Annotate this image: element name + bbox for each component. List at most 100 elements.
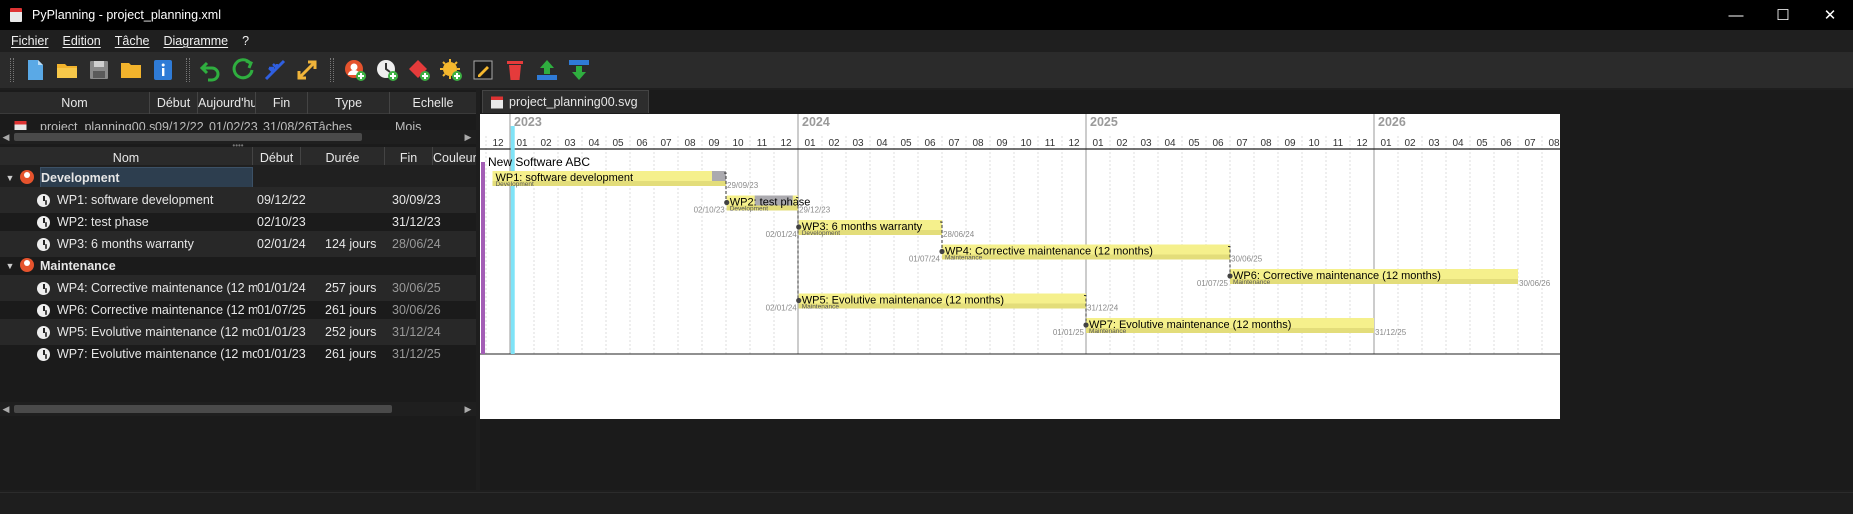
- delete-button[interactable]: [502, 57, 528, 83]
- column-header-end[interactable]: Fin: [256, 91, 308, 114]
- month-tick-label: 02: [1116, 138, 1128, 149]
- folder-button[interactable]: [118, 57, 144, 83]
- column-header-name[interactable]: Nom: [0, 91, 150, 114]
- scroll-left-arrow[interactable]: ◀: [0, 130, 12, 144]
- month-tick-label: 09: [708, 138, 720, 149]
- close-button[interactable]: ✕: [1807, 0, 1853, 30]
- tab-label: project_planning00.svg: [509, 95, 638, 109]
- add-task-button[interactable]: [374, 57, 400, 83]
- month-tick-label: 06: [636, 138, 648, 149]
- edit-button[interactable]: [470, 57, 496, 83]
- month-tick-label: 11: [757, 138, 768, 149]
- expand-icon: [297, 60, 317, 80]
- task-end: 31/12/23: [392, 215, 441, 229]
- clock-icon: [0, 347, 57, 361]
- move-down-button[interactable]: [566, 57, 592, 83]
- toolbar: [0, 52, 1853, 88]
- month-tick-label: 04: [876, 138, 888, 149]
- month-tick-label: 03: [1140, 138, 1152, 149]
- maximize-button[interactable]: ☐: [1760, 0, 1806, 30]
- month-tick-label: 02: [1404, 138, 1416, 149]
- month-tick-label: 09: [1284, 138, 1296, 149]
- add-resource-button[interactable]: [342, 57, 368, 83]
- app-icon: [10, 8, 22, 22]
- save-icon: [90, 61, 108, 79]
- task-bar-resource: Development: [802, 230, 840, 237]
- new-file-icon: [28, 60, 43, 80]
- task-row[interactable]: WP7: Evolutive maintenance (12 months) 0…: [0, 341, 476, 367]
- column-header-type[interactable]: Type: [308, 91, 390, 114]
- month-tick-label: 08: [1548, 138, 1560, 149]
- task-end: 28/06/24: [392, 237, 441, 251]
- task-start-date: 02/01/24: [766, 304, 798, 313]
- menu-edition[interactable]: Edition: [56, 34, 108, 48]
- add-leave-button[interactable]: [438, 57, 464, 83]
- expand-button[interactable]: [294, 57, 320, 83]
- gantt-task-bar[interactable]: WP1: software developmentDevelopment 29/0…: [492, 171, 759, 190]
- task-start: 01/01/23: [257, 325, 306, 339]
- gantt-chart[interactable]: 2023 2024 2025 2026 12 01 02 03 04 05 06 07 08 09 10 1…: [480, 114, 1560, 419]
- info-button[interactable]: [150, 57, 176, 83]
- scroll-right-arrow[interactable]: ▶: [462, 130, 474, 144]
- month-tick-label: 03: [852, 138, 864, 149]
- minimize-button[interactable]: —: [1713, 0, 1759, 30]
- task-name: WP3: 6 months warranty: [57, 237, 194, 251]
- dependency-marker: [796, 224, 802, 230]
- redo-button[interactable]: [230, 57, 256, 83]
- project-name: New Software ABC: [488, 155, 590, 169]
- clock-icon: [0, 215, 57, 229]
- menu-help[interactable]: ?: [235, 34, 256, 48]
- month-tick-label: 11: [1333, 138, 1344, 149]
- gantt-task-bar[interactable]: WP7: Evolutive maintenance (12 months)Ma…: [1053, 318, 1407, 337]
- year-label: 2023: [514, 115, 542, 129]
- month-tick-label: 01: [1092, 138, 1104, 149]
- collapse-arrow-icon[interactable]: ▼: [0, 173, 20, 183]
- scrollbar-thumb[interactable]: [14, 133, 362, 141]
- scroll-left-arrow[interactable]: ◀: [0, 402, 12, 416]
- charts-table-header: Nom Début Aujourd'hui Fin Type Echelle: [0, 91, 476, 114]
- undo-button[interactable]: [198, 57, 224, 83]
- scroll-right-arrow[interactable]: ▶: [462, 402, 474, 416]
- add-leave-icon: [440, 59, 462, 81]
- tasks-horizontal-scrollbar[interactable]: ◀ ▶: [0, 402, 476, 416]
- task-duration: 252 jours: [325, 325, 377, 339]
- task-name: WP4: Corrective maintenance (12 months): [57, 281, 257, 295]
- task-start: 09/12/22: [257, 193, 306, 207]
- delete-icon: [507, 61, 523, 80]
- gantt-task-bar[interactable]: WP2: test phaseDevelopment02/10/23 29/12/…: [694, 195, 831, 215]
- month-tick-label: 12: [1356, 138, 1368, 149]
- toolbar-grip[interactable]: [10, 58, 14, 82]
- chart-file-icon: [491, 96, 503, 109]
- task-bar-resource: Maintenance: [1089, 328, 1127, 335]
- add-milestone-button[interactable]: [406, 57, 432, 83]
- save-button[interactable]: [86, 57, 112, 83]
- task-name: WP1: software development: [57, 193, 214, 207]
- clock-icon: [0, 325, 57, 339]
- column-header-scale[interactable]: Echelle: [390, 92, 476, 114]
- move-up-button[interactable]: [534, 57, 560, 83]
- resource-icon: [20, 169, 40, 187]
- menu-diagramme[interactable]: Diagramme: [157, 34, 236, 48]
- new-file-button[interactable]: [22, 57, 48, 83]
- clock-icon: [0, 237, 57, 251]
- month-tick-label: 12: [1068, 138, 1080, 149]
- column-header-today[interactable]: Aujourd'hui: [198, 91, 256, 114]
- menu-tache[interactable]: Tâche: [108, 34, 157, 48]
- open-button[interactable]: [54, 57, 80, 83]
- collapse-arrow-icon[interactable]: ▼: [0, 261, 20, 271]
- menu-fichier[interactable]: Fichier: [4, 34, 56, 48]
- add-task-icon: [377, 60, 398, 81]
- month-tick-label: 05: [612, 138, 624, 149]
- year-label: 2024: [802, 115, 830, 129]
- month-tick-label: 08: [1260, 138, 1272, 149]
- task-start-date: 01/07/24: [909, 255, 941, 264]
- task-duration: 261 jours: [325, 347, 377, 361]
- collapse-button[interactable]: [262, 57, 288, 83]
- tab-chart[interactable]: project_planning00.svg: [482, 90, 649, 113]
- task-end-date: 28/06/24: [943, 230, 975, 239]
- column-header-start[interactable]: Début: [150, 91, 198, 114]
- scrollbar-thumb[interactable]: [14, 405, 392, 413]
- add-resource-icon: [345, 60, 366, 81]
- gantt-svg: 2023 2024 2025 2026 12 01 02 03 04 05 06 07 08 09 10 1…: [480, 114, 1560, 419]
- month-tick-label: 03: [1428, 138, 1440, 149]
